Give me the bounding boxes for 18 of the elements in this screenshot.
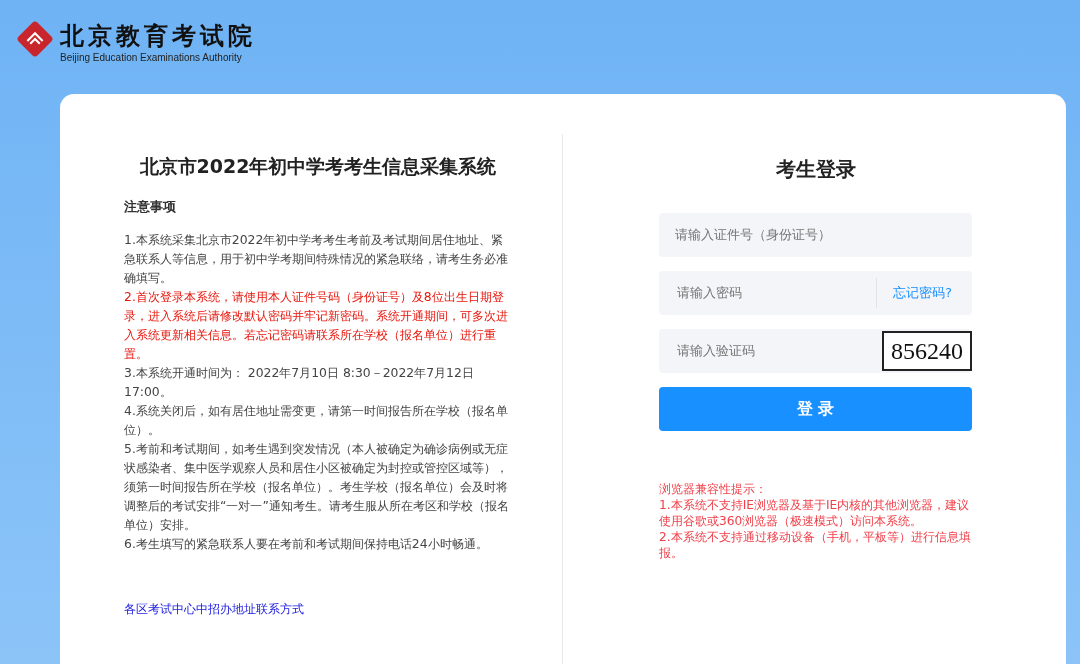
compat-text: 1.本系统不支持IE浏览器及基于IE内核的其他浏览器，建议使用谷歌或360浏览器（极速模式）访问本系统。 — [659, 497, 971, 529]
compat-text: 2.本系统不支持通过移动设备（手机，平板等）进行信息填报。 — [659, 529, 972, 561]
logo-title: 北京教育考试院 — [60, 22, 256, 50]
notice-text: 2.首次登录本系统，请使用本人证件号码（身份证号）及8位出生日期登录，进入系统后请修改默认密码并牢记新密码。系统开通期间，可多次进入系统更新相关信息。若忘记密码请联系所在学校（报名单位）进行重置。 — [124, 288, 509, 363]
notice-text: 4.系统关闭后，如有居住地址需变更，请第一时间报告所在学校（报名单位）。 — [124, 402, 509, 439]
notice-text: 5.考前和考试期间，如考生遇到突发情况（本人被确定为确诊病例或无症状感染者、集中医学观察人员和居住小区被确定为封控或管控区域等），须第一时间报告所在学校（报名单位）。考生学校（报名单位）会及时将调整后的考试安排“一对一”通知考生。请考生服从所在考区和学校（报名单位）安排。 — [124, 440, 510, 534]
contact-link[interactable]: 各区考试中心中招办地址联系方式 — [124, 601, 512, 618]
notice-text: 6.考生填写的紧急联系人要在考前和考试期间保持电话24小时畅通。 — [124, 535, 489, 553]
captcha-image[interactable]: 856240 — [882, 331, 972, 371]
notice-text: 3.本系统开通时间为： 2022年7月10日 8:30－2022年7月12日 17:00。 — [124, 364, 475, 401]
id-number-field[interactable]: 请输入证件号（身份证号） — [659, 213, 972, 257]
login-title: 考生登录 — [774, 156, 857, 183]
captcha-field[interactable]: 请输入验证码 856240 — [659, 329, 972, 373]
notice-heading: 注意事项 — [124, 198, 177, 216]
compat-title: 浏览器兼容性提示： — [659, 481, 768, 497]
notice-text: 1.本系统采集北京市2022年初中学考考生考前及考试期间居住地址、紧急联系人等信息，用于初中学考期间特殊情况的紧急联络，请考生务必准确填写。 — [124, 231, 509, 287]
system-title: 北京市2022年初中学考考生信息采集系统 — [138, 154, 498, 179]
logo-subtitle: Beijing Education Examinations Authority — [60, 52, 243, 63]
